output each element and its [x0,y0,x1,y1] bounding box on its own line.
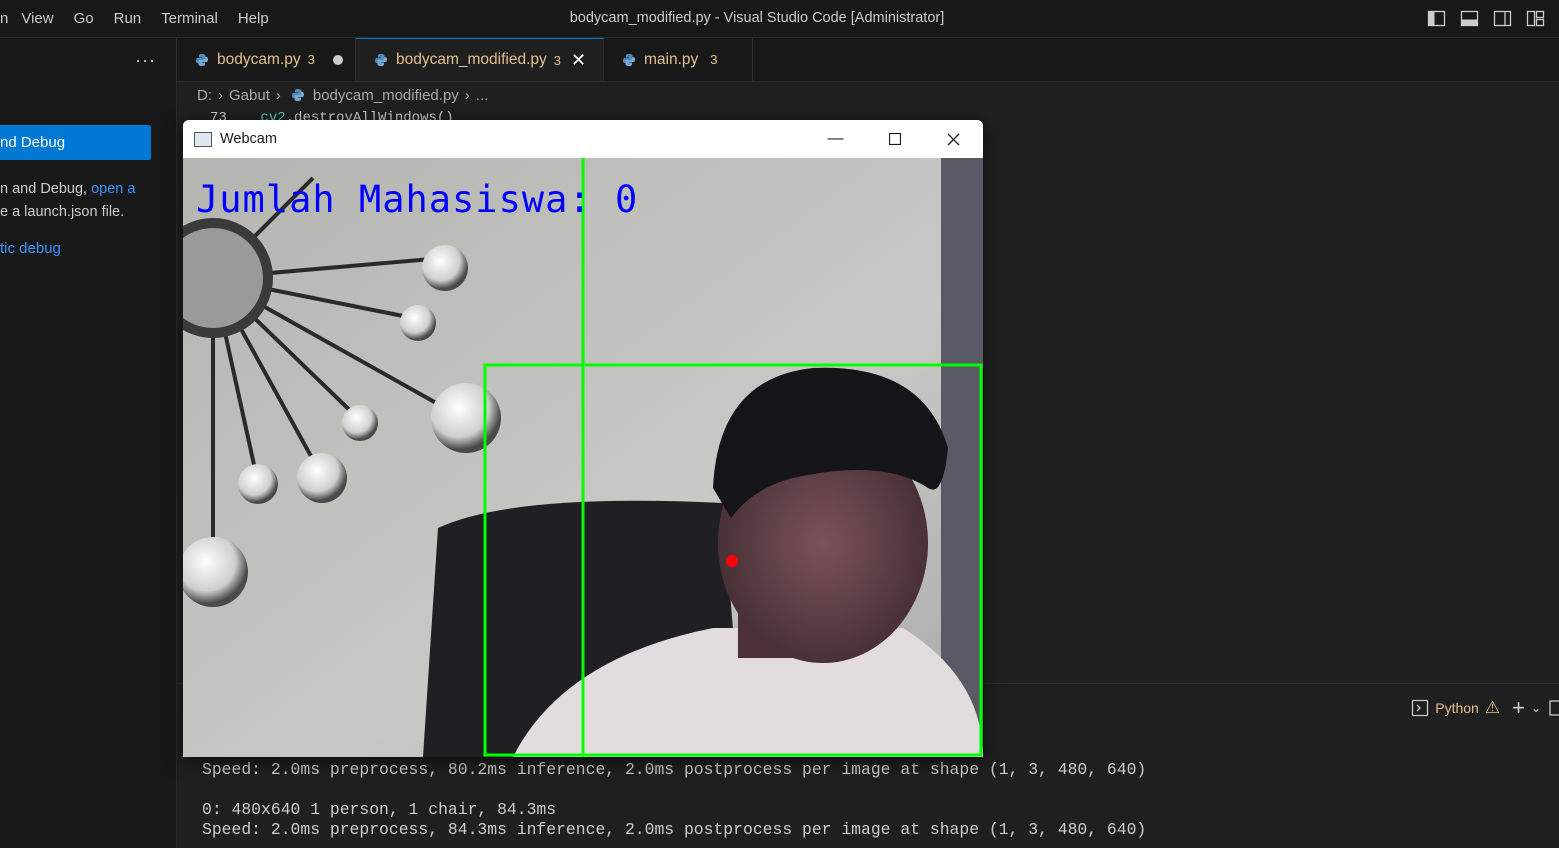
python-file-icon [196,53,208,66]
terminal-toolbar: Python ⚠ + ⌄ [1411,695,1559,721]
split-terminal-icon[interactable] [1547,699,1559,717]
tab-bodycam-modified[interactable]: bodycam_modified.py 3 ✕ [356,38,604,81]
customize-layout-icon[interactable] [1526,9,1545,28]
unsaved-dot-icon[interactable] [332,54,343,65]
toggle-primary-sidebar-icon[interactable] [1427,9,1446,28]
centroid-point [726,555,738,567]
webcam-window[interactable]: Webcam — Jumlah Mahasiswa: 0 [183,120,983,757]
breadcrumb: D: › Gabut › bodycam_modified.py › ... [197,84,488,106]
editor-tabs: bodycam.py 3 bodycam_modified.py 3 ✕ mai… [177,38,1559,82]
more-actions-icon[interactable]: ··· [135,50,156,71]
python-file-icon [291,89,304,101]
open-file-link[interactable]: open a [91,181,135,197]
terminal-line: Speed: 2.0ms preprocess, 84.3ms inferenc… [202,820,1147,839]
problem-count: 3 [710,52,718,67]
tab-label: main.py [644,50,699,68]
warning-icon: ⚠ [1484,698,1501,717]
breadcrumb-drive[interactable]: D: [197,87,212,104]
terminal-output[interactable]: Speed: 2.0ms preprocess, 80.2ms inferenc… [202,760,1146,840]
chevron-right-icon: › [218,86,223,104]
title-bar: n View Go Run Terminal Help bodycam_modi… [0,0,1559,38]
breadcrumb-more[interactable]: ... [476,87,489,104]
close-icon[interactable] [924,120,983,158]
maximize-icon[interactable] [865,120,924,158]
terminal-icon [1412,699,1429,717]
layout-controls [1427,9,1545,28]
new-terminal-icon[interactable]: + [1512,695,1525,721]
code-call: .destroyAllWindows() [285,110,454,120]
sidebar-text-line2: e a launch.json file. [0,204,125,220]
webcam-frame [183,158,983,757]
code-line[interactable]: 73 cv2.destroyAllWindows() [210,108,454,120]
python-file-icon [623,53,635,66]
sidebar-description: n and Debug, open a e a launch.json file… [0,178,175,224]
mirror-ball [238,464,278,504]
sidebar-text-line1: n and Debug, [0,181,92,197]
chevron-down-icon[interactable]: ⌄ [1531,701,1541,715]
problem-count: 3 [553,52,562,68]
tab-bodycam[interactable]: bodycam.py 3 [177,38,356,81]
python-file-icon [375,54,387,66]
window-app-icon [194,132,212,147]
line-number: 73 [210,110,227,120]
dynamic-debug-link[interactable]: tic debug [0,240,61,257]
chevron-right-icon: › [275,86,281,104]
mirror-ball [297,453,347,503]
breadcrumb-folder[interactable]: Gabut [229,87,270,104]
window-title: bodycam_modified.py - Visual Studio Code… [569,10,945,26]
breadcrumb-file[interactable]: bodycam_modified.py [313,87,459,104]
student-count-overlay: Jumlah Mahasiswa: 0 [196,178,639,221]
window-controls: — [806,120,983,158]
webcam-title-bar[interactable]: Webcam — [183,120,983,158]
terminal-line: 0: 480x640 1 person, 1 chair, 84.3ms [202,800,557,819]
minimize-icon[interactable]: — [806,120,865,158]
terminal-profile-label[interactable]: Python [1435,700,1479,716]
mirror-ball [431,383,501,453]
problem-count: 3 [307,52,315,67]
run-and-debug-button-label: nd Debug [0,134,66,151]
mirror-ball [400,305,436,341]
toggle-secondary-sidebar-icon[interactable] [1493,9,1512,28]
run-and-debug-button[interactable]: nd Debug [0,125,151,160]
terminal-line: Speed: 2.0ms preprocess, 80.2ms inferenc… [202,760,1147,779]
code-object: cv2 [260,110,286,120]
run-and-debug-sidebar: ··· nd Debug n and Debug, open a e a lau… [0,38,177,848]
mirror-ball [342,405,378,441]
webcam-window-title: Webcam [220,131,277,147]
tab-main[interactable]: main.py 3 [604,38,753,81]
close-icon[interactable]: ✕ [571,50,586,71]
mirror-ball [422,245,468,291]
tab-label: bodycam_modified.py [396,51,547,68]
toggle-panel-icon[interactable] [1460,9,1479,28]
tab-label: bodycam.py [217,50,301,68]
chevron-right-icon: › [464,86,470,104]
